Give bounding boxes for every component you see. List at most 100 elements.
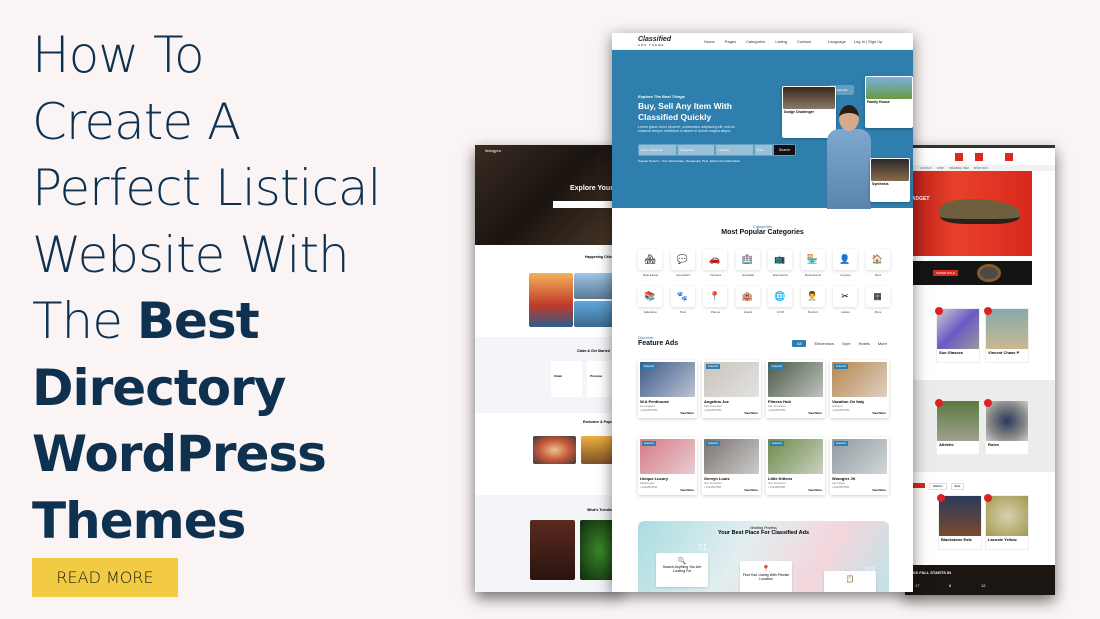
product-card[interactable]: Rolex — [984, 399, 1029, 455]
shop-nav-item[interactable]: SHOP — [937, 167, 944, 170]
nav-contact[interactable]: Contact — [797, 39, 811, 44]
category-item[interactable]: ✂ Ladies — [833, 286, 858, 314]
category-label: Electronics — [773, 273, 788, 277]
nav-listing[interactable]: Listing — [775, 39, 787, 44]
cart-icon[interactable] — [1005, 153, 1013, 161]
category-item[interactable]: 🏘 Real Estate — [638, 249, 663, 277]
product-tabs: Watches Belts — [905, 483, 965, 490]
checklist-icon: 📋 — [845, 576, 855, 583]
filter-all[interactable]: All — [792, 340, 807, 347]
shop-nav-item[interactable]: SHOP NOW — [974, 167, 988, 170]
nav-home[interactable]: Home — [704, 39, 715, 44]
shop-banner[interactable]: GADGET — [905, 171, 1032, 256]
classified-logo[interactable]: Classified ADS THEME — [638, 36, 671, 47]
filter-gym[interactable]: Gym — [842, 341, 850, 346]
listing-photo[interactable] — [533, 436, 576, 464]
category-item[interactable]: 🌐 GYM — [768, 286, 793, 314]
headline-line: Website With — [32, 225, 350, 284]
category-item[interactable]: 🚗 Vehicles — [703, 249, 728, 277]
process-title: Your Best Place For Classified Ads — [717, 530, 810, 536]
feature-ad-card[interactable]: Featured Little Kittens San Francisco +1234… — [766, 437, 825, 495]
filter-electronics[interactable]: Electronics — [814, 341, 834, 346]
tab-watches[interactable]: Watches — [929, 483, 947, 490]
user-icon[interactable] — [975, 153, 983, 161]
city-photo[interactable] — [529, 273, 573, 327]
location-input[interactable]: Location — [716, 145, 753, 155]
product-card[interactable]: Lacoste Yellow — [984, 494, 1029, 550]
category-item[interactable]: 👤 Cupster — [833, 249, 858, 277]
category-item[interactable]: 🐾 Pets — [670, 286, 696, 314]
category-item[interactable]: 📺 Electronics — [768, 249, 793, 277]
product-card[interactable]: Sun Glasses — [935, 307, 980, 363]
headline: How To Create A Perfect Listical Website… — [32, 22, 381, 554]
category-icon: 🏪 — [800, 249, 825, 270]
feature-ad-card[interactable]: Featured Wrangler JK Las Vegas +1234567890 V… — [830, 437, 889, 495]
feature-ad-card[interactable]: Featured Fitness Hub San Francisco +1234567… — [766, 360, 825, 418]
category-icon: ▦ — [865, 286, 890, 307]
category-item[interactable]: 🏨 Hotels — [735, 286, 761, 314]
search-button[interactable]: Search — [773, 145, 796, 155]
view-more-link[interactable]: View More — [872, 411, 886, 415]
category-item[interactable]: ▦ More — [865, 286, 891, 314]
nav-pages[interactable]: Pages — [725, 39, 736, 44]
category-item[interactable]: 📚 Education — [638, 286, 663, 314]
left-logo: listingpro — [485, 148, 502, 153]
view-more-link[interactable]: View More — [680, 411, 694, 415]
feature-ad-card[interactable]: Featured W.A Penthouse Los Angeles +1234567… — [638, 360, 697, 418]
category-label: Vehicles — [709, 273, 722, 277]
category-item[interactable]: 🏪 Restaurants — [800, 249, 826, 277]
category-item[interactable]: 🏠 Rent — [865, 249, 891, 277]
view-more-link[interactable]: View More — [744, 411, 758, 415]
view-more-link[interactable]: View More — [808, 411, 822, 415]
feature-ad-card[interactable]: Featured Angelina Joe San Francisco +123456… — [702, 360, 761, 418]
category-icon: 🏘 — [638, 249, 662, 270]
feature-ad-card[interactable]: Featured Vacation On Italy Houston +1234567… — [830, 360, 889, 418]
left-hero-title: Explore Your — [570, 185, 613, 192]
product-card[interactable]: Vincent Chase P — [984, 307, 1029, 363]
category-label: Hospitals — [741, 273, 755, 277]
nav-categories[interactable]: Categories — [746, 39, 765, 44]
left-section-title: Happening Cities — [585, 255, 614, 259]
category-icon: 💬 — [670, 249, 695, 270]
language-select[interactable]: Language — [828, 39, 846, 44]
feature-filters: All Electronics Gym Hotels More — [792, 340, 887, 347]
category-label: Education — [643, 310, 658, 314]
category-icon: 🐾 — [670, 286, 695, 307]
category-label: Hotels — [743, 310, 753, 314]
category-item[interactable]: 📍 Places — [703, 286, 728, 314]
product-card[interactable]: Blackstone Eslk — [937, 494, 982, 550]
category-item[interactable]: 👨‍⚕️ Doctors — [800, 286, 826, 314]
sale-banner[interactable]: SUPER SALE — [905, 261, 1032, 285]
claim-card-title: Promote — [590, 374, 603, 378]
view-more-link[interactable]: View More — [744, 488, 758, 492]
filter-more[interactable]: More — [878, 341, 887, 346]
category-icon: 🏨 — [735, 286, 760, 307]
category-label: Cupster — [840, 273, 851, 277]
price-input[interactable]: Price — [754, 145, 772, 155]
keywords-input[interactable]: Enter Keywords — [639, 145, 676, 155]
category-item[interactable]: 💬 Consultant — [670, 249, 696, 277]
category-label: Consultant — [675, 273, 691, 277]
view-more-link[interactable]: View More — [808, 488, 822, 492]
shop-nav-item[interactable]: TRENDING ITEM — [949, 167, 969, 170]
shop-mockup: CONTACT SHOP TRENDING ITEM SHOP NOW GADGET … — [905, 145, 1055, 595]
category-label: Restaurants — [804, 273, 822, 277]
login-link[interactable]: Log In | Sign Up — [854, 39, 883, 44]
shoe-image — [940, 199, 1020, 224]
category-item[interactable]: 🏥 Hospitals — [735, 249, 761, 277]
hero-ad-card[interactable]: Synthesis — [870, 158, 910, 202]
trending-photo[interactable] — [530, 520, 575, 580]
category-select[interactable]: Categories — [677, 145, 715, 155]
left-search-bar[interactable] — [553, 201, 620, 208]
feature-ad-card[interactable]: Featured Gervyn Louis San Francisco +123456… — [702, 437, 761, 495]
filter-hotels[interactable]: Hotels — [858, 341, 869, 346]
category-label: More — [874, 310, 882, 314]
product-card[interactable]: Athletic — [935, 399, 980, 455]
view-more-link[interactable]: View More — [872, 488, 886, 492]
tab-belts[interactable]: Belts — [950, 483, 965, 490]
search-icon[interactable] — [955, 153, 963, 161]
view-more-link[interactable]: View More — [680, 488, 694, 492]
read-more-button[interactable]: READ MORE — [32, 558, 178, 597]
feature-ad-card[interactable]: Featured Unique Luxury Washington +12345678… — [638, 437, 697, 495]
shop-nav-item[interactable]: CONTACT — [920, 167, 932, 170]
